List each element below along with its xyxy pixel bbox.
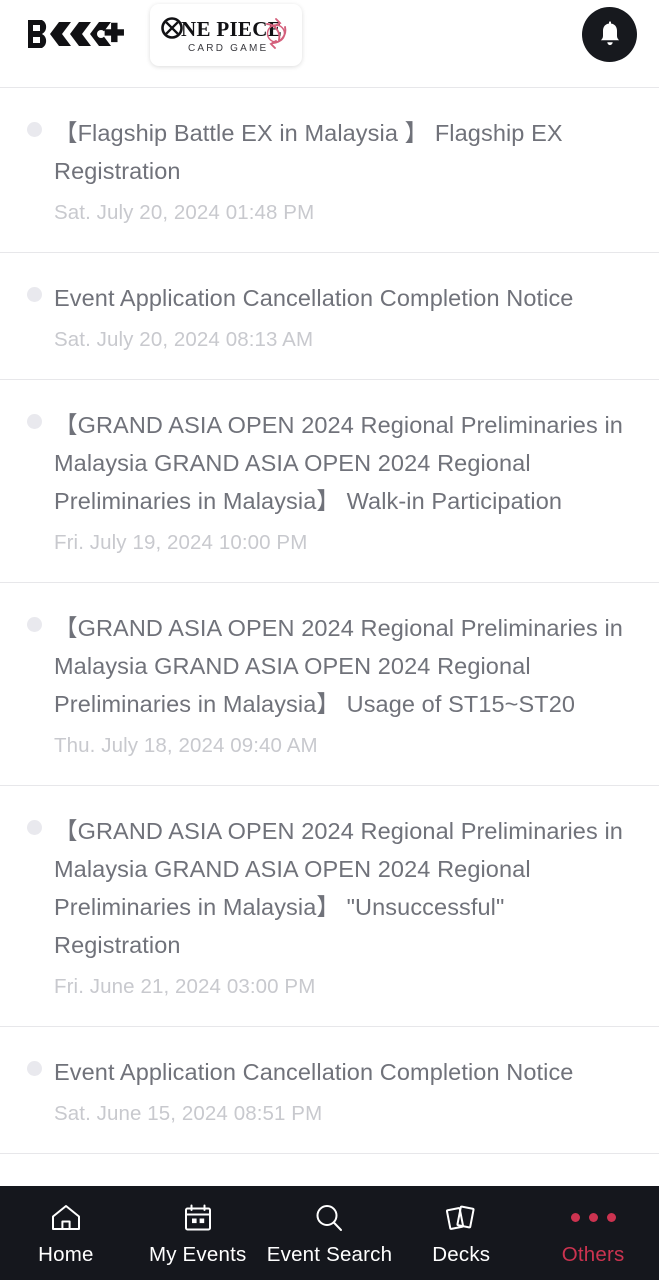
notices-screen: EX RegistrationSun. July 21, 2024 10:43 … [0, 0, 659, 1280]
nav-item-others[interactable]: Others [527, 1186, 659, 1280]
notice-list-item[interactable]: Event Application Cancellation Completio… [0, 253, 659, 380]
dot [607, 1213, 616, 1222]
notice-date: Fri. June 21, 2024 03:00 PM [54, 974, 629, 1000]
app-header: NE PIECE CARD GAME [0, 0, 659, 70]
unread-dot-icon [27, 414, 42, 429]
notice-list-item[interactable]: Event Application Cancellation Completio… [0, 1027, 659, 1154]
unread-dot-icon [27, 820, 42, 835]
nav-item-home[interactable]: Home [0, 1186, 132, 1280]
nav-item-my-events[interactable]: My Events [132, 1186, 264, 1280]
notice-title: Event Application Cancellation Completio… [54, 279, 629, 317]
cards-icon [444, 1201, 478, 1235]
notice-list-item[interactable]: 【GRAND ASIA OPEN 2024 Regional Prelimina… [0, 786, 659, 1027]
notice-date: Thu. July 18, 2024 09:40 AM [54, 733, 629, 759]
unread-dot-icon [27, 617, 42, 632]
notice-list-scroll-area[interactable]: EX RegistrationSun. July 21, 2024 10:43 … [0, 0, 659, 1186]
unread-dot-icon [27, 287, 42, 302]
notice-list-item[interactable]: 【GRAND ASIA OPEN 2024 Regional Prelimina… [0, 583, 659, 786]
nav-item-label: Event Search [267, 1244, 392, 1266]
notice-list: EX RegistrationSun. July 21, 2024 10:43 … [0, 0, 659, 1154]
notice-date: Fri. July 19, 2024 10:00 PM [54, 530, 629, 556]
notice-date: Sat. July 20, 2024 08:13 AM [54, 327, 629, 353]
svg-text:NE PIECE: NE PIECE [181, 17, 282, 41]
notice-date: Sat. July 20, 2024 01:48 PM [54, 200, 629, 226]
bell-icon [597, 21, 623, 49]
dot [589, 1213, 598, 1222]
notice-title: 【GRAND ASIA OPEN 2024 Regional Prelimina… [54, 406, 629, 520]
notice-list-item[interactable]: 【GRAND ASIA OPEN 2024 Regional Prelimina… [0, 380, 659, 583]
home-icon [49, 1201, 83, 1235]
notice-title: 【GRAND ASIA OPEN 2024 Regional Prelimina… [54, 609, 629, 723]
notice-date: Sat. June 15, 2024 08:51 PM [54, 1101, 629, 1127]
one-piece-card-game-logo[interactable]: NE PIECE CARD GAME [150, 4, 302, 66]
nav-item-label: My Events [149, 1244, 247, 1266]
notice-list-item[interactable]: 【Flagship Battle EX in Malaysia 】 Flagsh… [0, 88, 659, 253]
nav-item-label: Others [562, 1244, 625, 1266]
bandai-tcg-plus-logo[interactable] [26, 15, 134, 55]
nav-item-event-search[interactable]: Event Search [264, 1186, 396, 1280]
nav-item-label: Home [38, 1244, 93, 1266]
notification-bell-button[interactable] [582, 7, 637, 62]
search-icon [312, 1201, 346, 1235]
svg-text:CARD GAME: CARD GAME [188, 43, 268, 54]
unread-dot-icon [27, 122, 42, 137]
dot [571, 1213, 580, 1222]
nav-item-label: Decks [432, 1244, 490, 1266]
bottom-navigation-bar: Home My Events Event Search Decks Others [0, 1186, 659, 1280]
notice-title: Event Application Cancellation Completio… [54, 1053, 629, 1091]
unread-dot-icon [27, 1061, 42, 1076]
notice-title: 【Flagship Battle EX in Malaysia 】 Flagsh… [54, 114, 629, 190]
three-dots-icon [571, 1201, 616, 1235]
notice-title: 【GRAND ASIA OPEN 2024 Regional Prelimina… [54, 812, 629, 964]
calendar-icon [181, 1201, 215, 1235]
nav-item-decks[interactable]: Decks [395, 1186, 527, 1280]
